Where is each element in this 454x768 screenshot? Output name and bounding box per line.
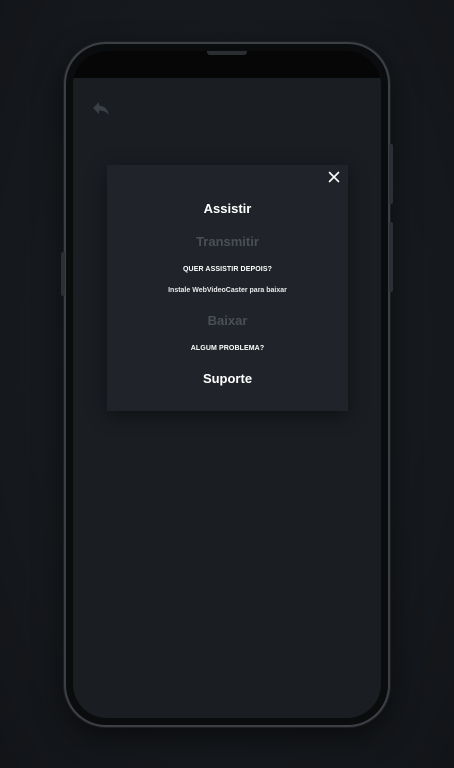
reply-arrow-icon bbox=[93, 102, 109, 115]
page-background: Assistir Transmitir QUER ASSISTIR DEPOIS… bbox=[0, 0, 454, 768]
speaker-notch bbox=[207, 51, 247, 55]
options-dialog: Assistir Transmitir QUER ASSISTIR DEPOIS… bbox=[107, 165, 348, 411]
support-button[interactable]: Suporte bbox=[107, 371, 348, 386]
phone-power-button bbox=[389, 144, 393, 204]
cast-button[interactable]: Transmitir bbox=[107, 234, 348, 249]
status-bar bbox=[73, 51, 381, 78]
phone-screen: Assistir Transmitir QUER ASSISTIR DEPOIS… bbox=[73, 51, 381, 718]
close-button[interactable] bbox=[326, 169, 342, 185]
back-button[interactable] bbox=[91, 98, 111, 118]
close-icon bbox=[328, 171, 340, 183]
install-hint-text: Instale WebVideoCaster para baixar bbox=[168, 287, 287, 294]
download-button[interactable]: Baixar bbox=[107, 313, 348, 328]
watch-button[interactable]: Assistir bbox=[107, 201, 348, 216]
problem-heading: ALGUM PROBLEMA? bbox=[190, 345, 265, 352]
watch-later-heading: QUER ASSISTIR DEPOIS? bbox=[183, 266, 272, 273]
phone-frame: Assistir Transmitir QUER ASSISTIR DEPOIS… bbox=[61, 44, 393, 725]
phone-volume-button bbox=[61, 252, 65, 296]
phone-side-button bbox=[389, 222, 393, 292]
